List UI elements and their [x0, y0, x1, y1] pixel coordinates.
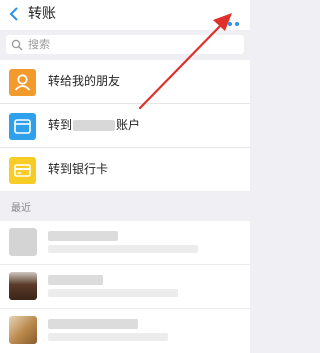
- label-suffix: 账户: [116, 118, 141, 132]
- redacted-name: [48, 275, 103, 285]
- avatar: [9, 228, 37, 256]
- avatar: [9, 316, 37, 344]
- search-icon: [11, 39, 23, 51]
- label-prefix: 转到: [48, 118, 73, 132]
- transfer-menu: 转给我的朋友 转到 账户 转到银行卡: [0, 60, 250, 191]
- redacted-detail: [48, 333, 168, 341]
- menu-item-transfer-to-friend[interactable]: 转给我的朋友: [0, 60, 250, 104]
- recent-contact-row[interactable]: [0, 265, 250, 309]
- page-title: 转账: [28, 6, 56, 22]
- top-bar: 转账: [0, 0, 250, 30]
- menu-item-label: 转到 账户: [48, 117, 140, 133]
- back-icon[interactable]: [8, 5, 20, 23]
- recent-contact-row[interactable]: [0, 309, 250, 353]
- search-placeholder: 搜索: [28, 38, 50, 51]
- bank-card-icon: [9, 157, 36, 184]
- redacted-detail: [48, 245, 198, 253]
- avatar: [9, 272, 37, 300]
- recent-label: 最近: [11, 203, 31, 214]
- recent-section-header: 最近: [0, 197, 250, 221]
- search-bar: 搜索: [0, 30, 250, 60]
- menu-item-transfer-to-account[interactable]: 转到 账户: [0, 104, 250, 148]
- menu-item-label: 转给我的朋友: [48, 74, 121, 88]
- more-icon[interactable]: [221, 11, 243, 26]
- redacted-name: [48, 319, 138, 329]
- person-icon: [9, 69, 36, 96]
- menu-item-label: 转到银行卡: [48, 162, 109, 176]
- redacted-name: [48, 231, 118, 241]
- account-icon: [9, 113, 36, 140]
- search-input[interactable]: 搜索: [6, 35, 244, 54]
- redacted-text: [73, 120, 116, 131]
- menu-item-transfer-to-bank-card[interactable]: 转到银行卡: [0, 148, 250, 191]
- redacted-detail: [48, 289, 178, 297]
- recent-contact-row[interactable]: [0, 221, 250, 265]
- recent-contact-list: [0, 221, 250, 353]
